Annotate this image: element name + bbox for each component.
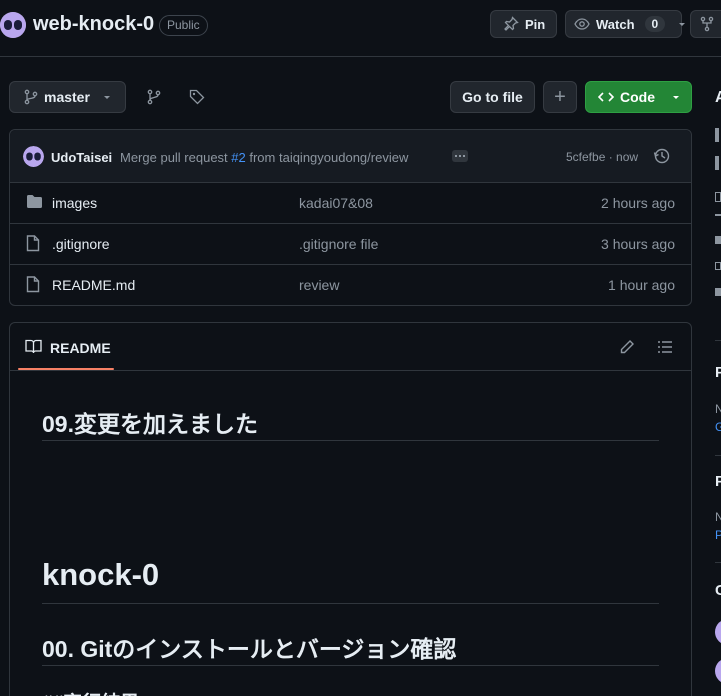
chevron-down-icon: [677, 19, 687, 29]
file-icon: [26, 276, 40, 296]
sidebar-packages-heading-partial: P: [715, 473, 721, 490]
branch-name: master: [44, 89, 90, 105]
file-row[interactable]: images kadai07&08 2 hours ago: [10, 182, 691, 223]
sidebar-divider: [715, 562, 721, 563]
chevron-down-icon: [102, 92, 112, 102]
sidebar-desc-partial: [715, 128, 721, 172]
sidebar-about-heading-partial: A: [715, 89, 721, 106]
heading-rule: [42, 603, 659, 604]
file-name[interactable]: .gitignore: [52, 236, 110, 252]
book-icon: [25, 339, 42, 354]
commit-message-prefix: Merge pull request: [120, 150, 232, 165]
sidebar-divider: [715, 340, 721, 341]
contributor-avatar[interactable]: [715, 619, 721, 645]
pr-link[interactable]: #2: [231, 150, 245, 165]
commit-expand-button[interactable]: [452, 150, 468, 162]
code-label: Code: [620, 89, 655, 105]
pin-label: Pin: [525, 16, 546, 32]
history-icon[interactable]: [653, 147, 671, 165]
sidebar-contributors-heading-partial: C: [715, 582, 721, 599]
readme-heading-title: knock-0: [42, 557, 160, 592]
outline-list-icon[interactable]: [657, 339, 673, 355]
contributor-avatar[interactable]: [715, 658, 721, 684]
pin-icon: [503, 16, 519, 32]
sidebar-divider: [715, 455, 721, 456]
header-divider: [0, 56, 721, 57]
sidebar-packages-link-partial[interactable]: P: [715, 528, 721, 542]
tag-icon[interactable]: [189, 89, 205, 105]
watch-label: Watch: [596, 16, 635, 32]
sidebar-icons-partial: [715, 192, 721, 322]
commit-author[interactable]: UdoTaisei: [51, 150, 112, 165]
go-to-file-button[interactable]: Go to file: [450, 81, 535, 113]
heading-rule: [42, 440, 659, 441]
watch-button[interactable]: Watch 0: [565, 10, 686, 38]
repo-name[interactable]: web-knock-0: [33, 13, 154, 36]
eye-icon: [574, 16, 590, 32]
fork-icon: [699, 16, 715, 32]
file-commit-message[interactable]: kadai07&08: [299, 195, 373, 211]
heading-rule: [42, 665, 659, 666]
file-commit-message[interactable]: review: [299, 277, 339, 293]
visibility-badge: Public: [159, 15, 208, 36]
ellipsis-icon: [455, 155, 465, 157]
commit-message-suffix: from taiqingyoudong/review: [245, 150, 409, 165]
sidebar-releases-text-partial: N: [715, 402, 721, 416]
sidebar-releases-link-partial[interactable]: G: [715, 420, 721, 434]
commit-message[interactable]: Merge pull request #2 from taiqingyoudon…: [120, 150, 408, 165]
branch-selector[interactable]: master: [9, 81, 126, 113]
file-time: 2 hours ago: [601, 195, 675, 211]
commit-hash-time[interactable]: 5cfefbe · now: [566, 150, 638, 164]
file-time: 1 hour ago: [608, 277, 675, 293]
readme-heading-change: 09.変更を加えました: [42, 411, 258, 437]
watch-count: 0: [644, 16, 666, 32]
add-file-button[interactable]: +: [543, 81, 577, 113]
code-button[interactable]: Code: [585, 81, 692, 113]
fork-button-partial[interactable]: [690, 10, 721, 38]
code-icon: [598, 89, 614, 105]
edit-pencil-icon[interactable]: [619, 339, 635, 355]
file-name[interactable]: README.md: [52, 277, 135, 293]
file-row[interactable]: .gitignore .gitignore file 3 hours ago: [10, 223, 691, 264]
sidebar-packages-text-partial: N: [715, 510, 721, 524]
file-commit-message[interactable]: .gitignore file: [299, 236, 378, 252]
branch-icon: [24, 89, 38, 105]
readme-next-heading-partial: ##実行結果: [42, 688, 139, 696]
branches-icon[interactable]: [146, 89, 162, 105]
repo-avatar[interactable]: [0, 12, 26, 38]
file-row[interactable]: README.md review 1 hour ago: [10, 264, 691, 305]
file-time: 3 hours ago: [601, 236, 675, 252]
pin-button[interactable]: Pin: [490, 10, 557, 38]
file-icon: [26, 235, 40, 255]
plus-icon: +: [554, 85, 566, 108]
readme-header-divider: [10, 370, 691, 371]
folder-icon: [26, 194, 43, 212]
sidebar-releases-heading-partial: P: [715, 364, 721, 381]
chevron-down-icon: [671, 92, 681, 102]
commit-author-avatar[interactable]: [23, 146, 44, 167]
file-name[interactable]: images: [52, 195, 97, 211]
readme-heading-git: 00. Gitのインストールとバージョン確認: [42, 636, 457, 662]
readme-tab[interactable]: README: [50, 340, 111, 356]
